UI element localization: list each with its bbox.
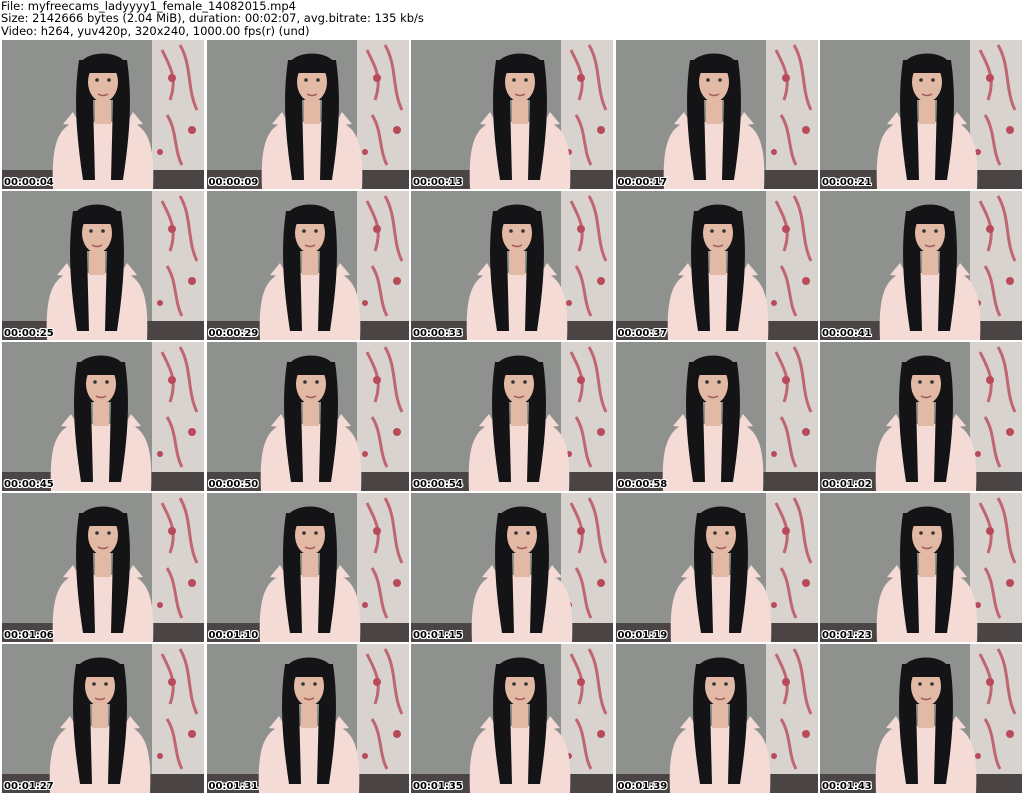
timestamp-label: 00:01:06 <box>4 630 54 641</box>
video-thumbnail: 00:00:21 <box>820 40 1022 189</box>
timestamp-label: 00:00:54 <box>413 479 463 490</box>
timestamp-label: 00:00:13 <box>413 177 463 188</box>
video-info-line: Video: h264, yuv420p, 320x240, 1000.00 f… <box>1 23 310 38</box>
thumbnail-grid: 00:00:04 00:00:09 00:00:13 00:00:17 00:00:21… <box>2 40 1022 797</box>
video-frame-image <box>820 644 1022 793</box>
timestamp-label: 00:00:45 <box>4 479 54 490</box>
video-thumbnail: 00:00:54 <box>411 342 613 491</box>
video-thumbnail: 00:00:41 <box>820 191 1022 340</box>
video-frame-image <box>206 644 409 793</box>
timestamp-label: 00:01:43 <box>822 781 872 792</box>
video-thumbnail: 00:01:35 <box>411 644 613 793</box>
timestamp-label: 00:01:35 <box>413 781 463 792</box>
video-thumbnail: 00:00:58 <box>615 342 818 491</box>
video-frame-image <box>411 342 613 491</box>
timestamp-label: 00:00:09 <box>208 177 259 188</box>
video-thumbnail: 00:01:31 <box>206 644 409 793</box>
video-thumbnail: 00:01:23 <box>820 493 1022 642</box>
video-thumbnail: 00:00:29 <box>206 191 409 340</box>
video-frame-image <box>206 191 409 340</box>
timestamp-label: 00:01:15 <box>413 630 463 641</box>
video-thumbnail: 00:01:27 <box>2 644 204 793</box>
file-info-header: File: myfreecams_ladyyyy1_female_1408201… <box>1 0 1021 38</box>
timestamp-label: 00:01:02 <box>822 479 872 490</box>
video-frame-image <box>820 493 1022 642</box>
timestamp-label: 00:01:23 <box>822 630 872 641</box>
video-frame-image <box>615 40 818 189</box>
video-frame-image <box>615 342 818 491</box>
video-frame-image <box>820 342 1022 491</box>
timestamp-label: 00:00:58 <box>617 479 668 490</box>
video-frame-image <box>411 644 613 793</box>
video-thumbnail: 00:00:09 <box>206 40 409 189</box>
timestamp-label: 00:01:10 <box>208 630 259 641</box>
video-frame-image <box>411 191 613 340</box>
timestamp-label: 00:00:25 <box>4 328 54 339</box>
video-thumbnail: 00:00:37 <box>615 191 818 340</box>
file-size-line: Size: 2142666 bytes (2.04 MiB), duration… <box>1 11 424 26</box>
timestamp-label: 00:00:29 <box>208 328 259 339</box>
timestamp-label: 00:00:17 <box>617 177 668 188</box>
timestamp-label: 00:00:04 <box>4 177 54 188</box>
video-thumbnail: 00:00:17 <box>615 40 818 189</box>
video-frame-image <box>2 40 204 189</box>
video-thumbnail: 00:01:19 <box>615 493 818 642</box>
video-frame-image <box>615 644 818 793</box>
video-thumbnail: 00:01:10 <box>206 493 409 642</box>
video-frame-image <box>615 493 818 642</box>
timestamp-label: 00:00:50 <box>208 479 259 490</box>
video-frame-image <box>820 191 1022 340</box>
video-thumbnail: 00:01:43 <box>820 644 1022 793</box>
timestamp-label: 00:01:31 <box>208 781 259 792</box>
video-thumbnail: 00:00:33 <box>411 191 613 340</box>
timestamp-label: 00:01:39 <box>617 781 668 792</box>
video-thumbnail: 00:01:06 <box>2 493 204 642</box>
video-thumbnail: 00:00:04 <box>2 40 204 189</box>
timestamp-label: 00:01:27 <box>4 781 54 792</box>
timestamp-label: 00:00:21 <box>822 177 872 188</box>
video-thumbnail: 00:00:13 <box>411 40 613 189</box>
video-frame-image <box>206 493 409 642</box>
video-frame-image <box>820 40 1022 189</box>
video-frame-image <box>2 191 204 340</box>
video-frame-image <box>2 644 204 793</box>
video-frame-image <box>411 493 613 642</box>
timestamp-label: 00:00:41 <box>822 328 872 339</box>
video-thumbnail: 00:01:39 <box>615 644 818 793</box>
timestamp-label: 00:00:37 <box>617 328 668 339</box>
video-frame-image <box>206 342 409 491</box>
video-frame-image <box>615 191 818 340</box>
video-thumbnail: 00:00:50 <box>206 342 409 491</box>
video-thumbnail: 00:01:02 <box>820 342 1022 491</box>
timestamp-label: 00:01:19 <box>617 630 668 641</box>
timestamp-label: 00:00:33 <box>413 328 463 339</box>
video-frame-image <box>2 493 204 642</box>
video-frame-image <box>411 40 613 189</box>
video-thumbnail: 00:00:25 <box>2 191 204 340</box>
video-thumbnail: 00:00:45 <box>2 342 204 491</box>
video-frame-image <box>2 342 204 491</box>
video-frame-image <box>206 40 409 189</box>
video-thumbnail: 00:01:15 <box>411 493 613 642</box>
